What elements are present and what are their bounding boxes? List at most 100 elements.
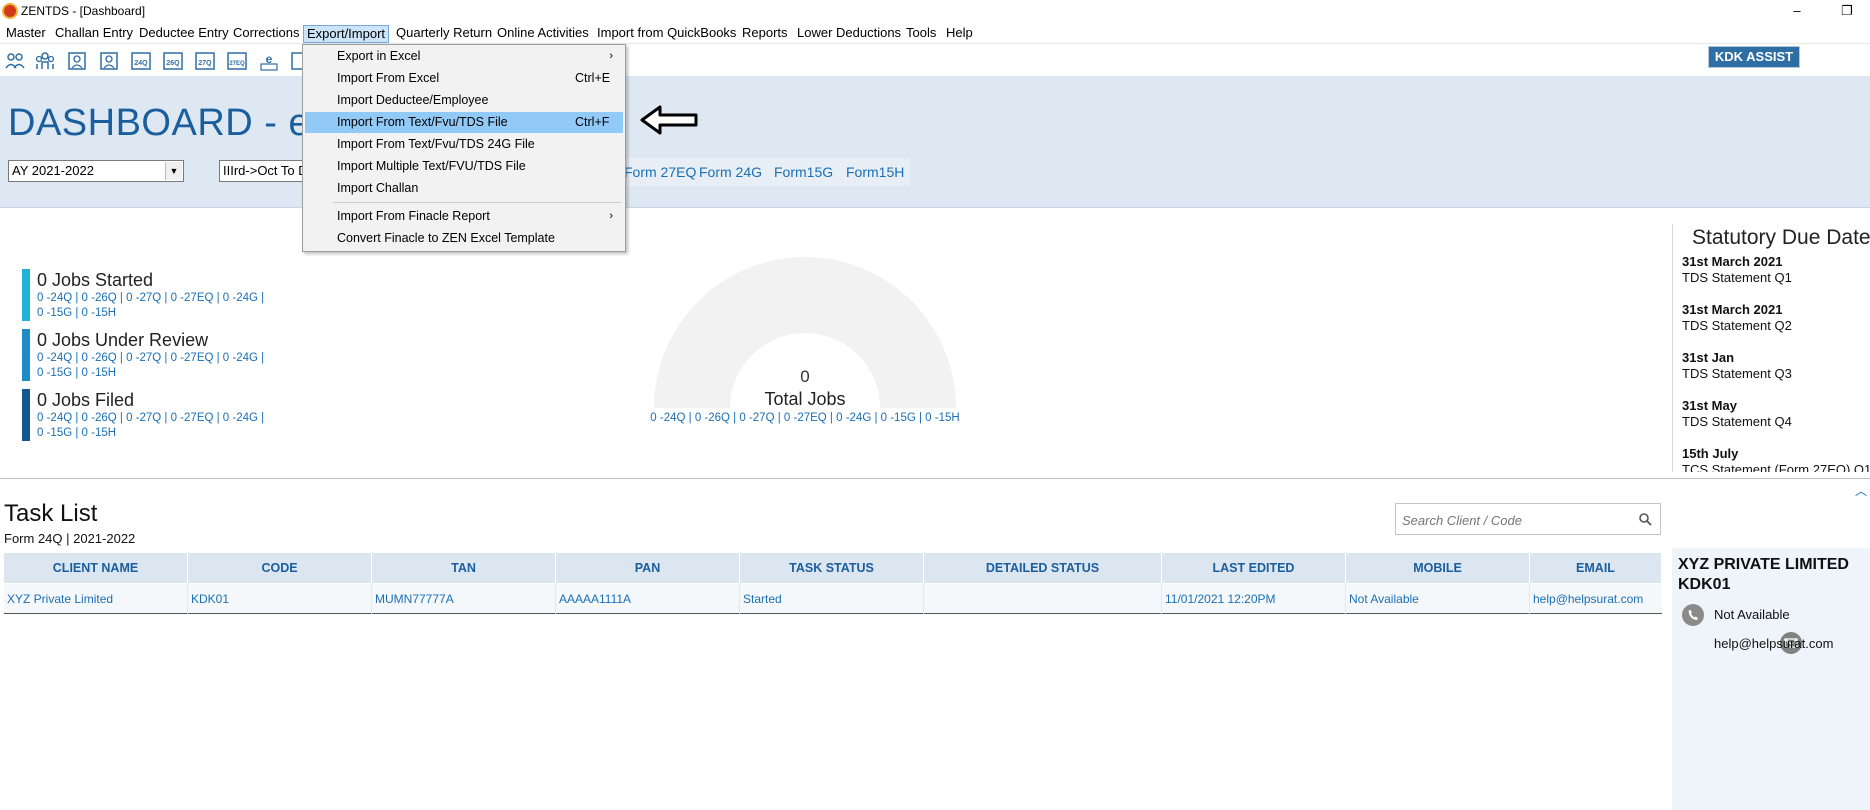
- deductee-icon[interactable]: [66, 50, 88, 72]
- menu-help[interactable]: Help: [943, 25, 976, 43]
- due-date: 31st March 2021: [1682, 254, 1783, 269]
- tab-form-27eq[interactable]: Form 27EQ: [624, 164, 696, 180]
- employee-icon[interactable]: [98, 50, 120, 72]
- assessment-year-select[interactable]: AY 2021-2022 ▼: [8, 160, 184, 182]
- menu-online-activities[interactable]: Online Activities: [494, 25, 592, 43]
- cell-task-status[interactable]: Started: [740, 584, 924, 614]
- minimize-button[interactable]: –: [1784, 1, 1810, 21]
- column-task-status[interactable]: TASK STATUS: [740, 553, 924, 583]
- client-search: [1395, 503, 1661, 535]
- client-email: help@helpsurat.com: [1714, 636, 1834, 651]
- due-desc: TDS Statement Q1: [1682, 270, 1792, 285]
- form-27eq-icon[interactable]: 27EQ: [226, 50, 248, 72]
- menu-item-import-24g[interactable]: Import From Text/Fvu/TDS 24G File: [305, 134, 623, 155]
- restore-button[interactable]: ❐: [1834, 1, 1860, 21]
- menu-bar: Master Challan Entry Deductee Entry Corr…: [0, 22, 1870, 44]
- menu-item-import-excel[interactable]: Import From Excel Ctrl+E: [305, 68, 623, 89]
- menu-tools[interactable]: Tools: [903, 25, 939, 43]
- column-pan[interactable]: PAN: [556, 553, 740, 583]
- assessment-year-value: AY 2021-2022: [12, 163, 94, 178]
- menu-lower-deductions[interactable]: Lower Deductions: [794, 25, 904, 43]
- column-last-edited[interactable]: LAST EDITED: [1162, 553, 1346, 583]
- column-client-name[interactable]: CLIENT NAME: [4, 553, 188, 583]
- due-dates-title: Statutory Due Dates: [1692, 226, 1870, 249]
- search-icon[interactable]: [1638, 512, 1652, 526]
- users-icon[interactable]: [4, 50, 26, 72]
- jobs-filed-bar: [22, 389, 30, 441]
- due-date: 31st March 2021: [1682, 302, 1783, 317]
- svg-text:26Q: 26Q: [166, 60, 180, 67]
- quarter-select[interactable]: IIIrd->Oct To Dec: [219, 160, 303, 182]
- menu-item-import-multiple[interactable]: Import Multiple Text/FVU/TDS File: [305, 156, 623, 177]
- arrow-left-icon: [640, 105, 698, 135]
- kdk-assist-button[interactable]: KDK ASSIST: [1708, 46, 1800, 68]
- menu-item-convert-finacle[interactable]: Convert Finacle to ZEN Excel Template: [305, 228, 623, 249]
- form-24q-icon[interactable]: 24Q: [130, 50, 152, 72]
- menu-corrections[interactable]: Corrections: [230, 25, 302, 43]
- export-import-menu: Export in Excel › Import From Excel Ctrl…: [302, 44, 626, 252]
- menu-item-shortcut: Ctrl+E: [575, 71, 611, 85]
- menu-import-quickbooks[interactable]: Import from QuickBooks: [594, 25, 739, 43]
- menu-reports[interactable]: Reports: [739, 25, 791, 43]
- menu-deductee-entry[interactable]: Deductee Entry: [136, 25, 232, 43]
- menu-item-import-deductee[interactable]: Import Deductee/Employee: [305, 90, 623, 111]
- tab-form-15g[interactable]: Form15G: [774, 164, 833, 180]
- form-26q-icon[interactable]: 26Q: [162, 50, 184, 72]
- chevron-up-icon[interactable]: ︿: [1854, 484, 1868, 498]
- column-code[interactable]: CODE: [188, 553, 372, 583]
- cell-tan[interactable]: MUMN77777A: [372, 584, 556, 614]
- menu-export-import[interactable]: Export/Import: [303, 25, 390, 43]
- menu-item-label: Import From Text/Fvu/TDS 24G File: [337, 137, 535, 151]
- jobs-started-title[interactable]: 0 Jobs Started: [37, 270, 153, 291]
- column-email[interactable]: EMAIL: [1530, 553, 1662, 583]
- form-27q-icon[interactable]: 27Q: [194, 50, 216, 72]
- total-jobs-gauge: [654, 257, 956, 408]
- cell-email[interactable]: help@helpsurat.com: [1530, 584, 1662, 614]
- menu-item-label: Export in Excel: [337, 49, 421, 63]
- menu-master[interactable]: Master: [3, 25, 49, 43]
- jobs-review-bar: [22, 329, 30, 381]
- menu-challan-entry[interactable]: Challan Entry: [52, 25, 136, 43]
- chevron-right-icon: ›: [609, 210, 613, 222]
- search-input[interactable]: [1402, 511, 1622, 529]
- svg-text:24Q: 24Q: [134, 60, 148, 67]
- tab-form-15h[interactable]: Form15H: [846, 164, 904, 180]
- due-desc: TDS Statement Q4: [1682, 414, 1792, 429]
- jobs-filed-breakdown: 0 -24Q | 0 -26Q | 0 -27Q | 0 -27EQ | 0 -…: [37, 412, 265, 424]
- group-icon[interactable]: [34, 50, 56, 72]
- menu-item-label: Import Deductee/Employee: [337, 93, 489, 107]
- column-tan[interactable]: TAN: [372, 553, 556, 583]
- jobs-review-title[interactable]: 0 Jobs Under Review: [37, 330, 208, 351]
- svg-text:27EQ: 27EQ: [229, 61, 245, 67]
- jobs-filed-title[interactable]: 0 Jobs Filed: [37, 390, 134, 411]
- menu-item-import-challan[interactable]: Import Challan: [305, 178, 623, 199]
- menu-item-label: Import From Finacle Report: [337, 209, 490, 223]
- cell-pan[interactable]: AAAAA1111A: [556, 584, 740, 614]
- tab-form-24g[interactable]: Form 24G: [699, 164, 762, 180]
- jobs-started-breakdown-2: 0 -15G | 0 -15H: [37, 307, 117, 319]
- client-name: XYZ PRIVATE LIMITED: [1678, 556, 1849, 573]
- cell-detailed-status[interactable]: [924, 584, 1162, 614]
- menu-item-shortcut: Ctrl+F: [575, 115, 610, 129]
- column-detailed-status[interactable]: DETAILED STATUS: [924, 553, 1162, 583]
- total-jobs-label: Total Jobs: [764, 389, 846, 409]
- menu-item-import-text-fvu[interactable]: Import From Text/Fvu/TDS File Ctrl+F: [305, 112, 623, 133]
- quarter-value: IIIrd->Oct To Dec: [223, 163, 302, 178]
- cell-mobile[interactable]: Not Available: [1346, 584, 1530, 614]
- cell-code[interactable]: KDK01: [188, 584, 372, 614]
- cell-last-edited[interactable]: 11/01/2021 12:20PM: [1162, 584, 1346, 614]
- app-logo-icon: [2, 3, 18, 19]
- section-divider: [0, 478, 1870, 479]
- menu-quarterly-return[interactable]: Quarterly Return: [393, 25, 495, 43]
- menu-separator: [333, 202, 621, 203]
- chevron-down-icon[interactable]: ▼: [165, 162, 182, 180]
- column-mobile[interactable]: MOBILE: [1346, 553, 1530, 583]
- cell-client-name[interactable]: XYZ Private Limited: [4, 584, 188, 614]
- svg-text:27Q: 27Q: [198, 60, 212, 67]
- efile-icon[interactable]: e: [258, 50, 280, 72]
- table-row[interactable]: XYZ Private Limited KDK01 MUMN77777A AAA…: [4, 584, 1662, 614]
- menu-item-label: Import Multiple Text/FVU/TDS File: [337, 159, 526, 173]
- jobs-filed-breakdown-2: 0 -15G | 0 -15H: [37, 427, 117, 439]
- menu-item-export-excel[interactable]: Export in Excel ›: [305, 46, 623, 67]
- menu-item-finacle-report[interactable]: Import From Finacle Report ›: [305, 206, 623, 227]
